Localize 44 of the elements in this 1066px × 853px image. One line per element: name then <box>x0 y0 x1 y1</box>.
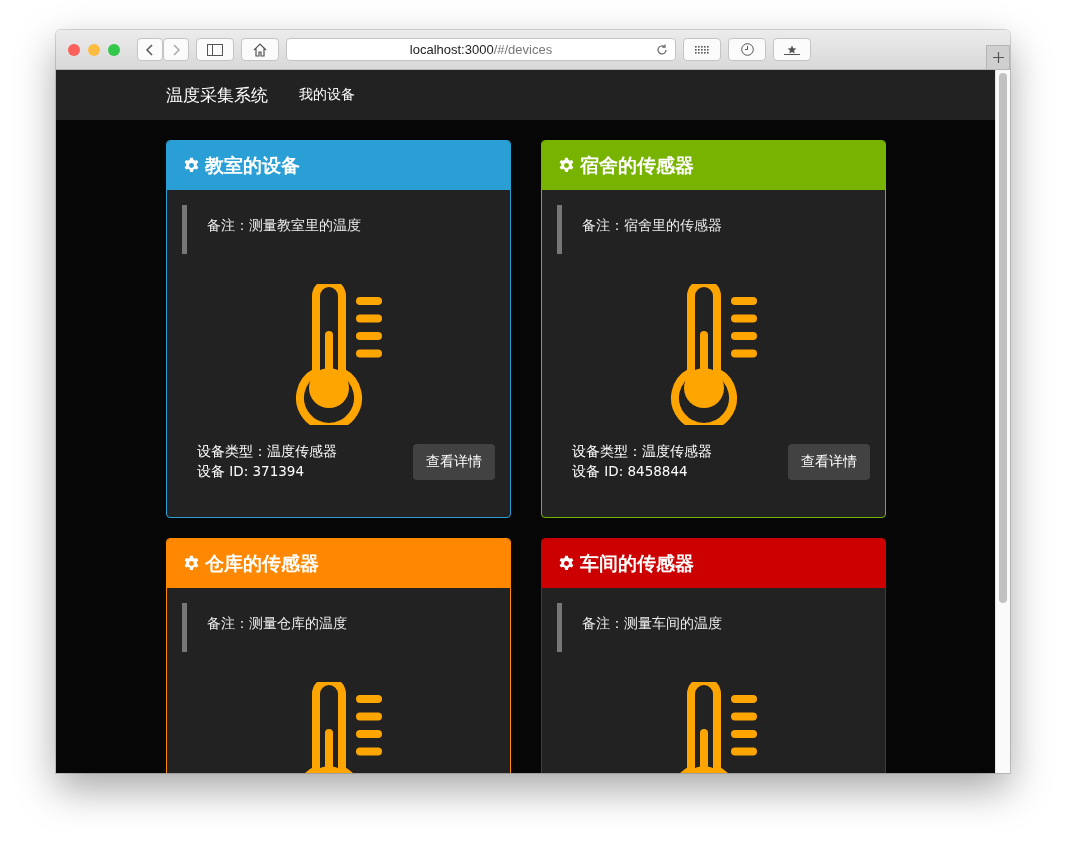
close-button[interactable] <box>68 43 80 56</box>
note-text: 备注：测量车间的温度 <box>582 615 722 631</box>
scrollbar[interactable] <box>995 70 1010 773</box>
details-button[interactable]: 查看详情 <box>788 444 870 480</box>
chevron-right-icon <box>172 43 180 56</box>
back-button[interactable] <box>137 38 163 61</box>
chevron-left-icon <box>146 43 154 56</box>
card-title: 宿舍的传感器 <box>580 152 694 178</box>
gear-icon <box>558 157 575 174</box>
device-id: 设备 ID: 371394 <box>197 463 306 481</box>
new-tab-button[interactable] <box>986 45 1010 69</box>
plus-icon <box>992 52 1004 63</box>
device-type: 设备类型：温度传感器 <box>572 443 712 461</box>
home-button[interactable] <box>241 38 279 61</box>
device-type: 设备类型：温度传感器 <box>197 443 337 461</box>
thermometer-icon <box>668 284 759 425</box>
forward-button[interactable] <box>163 38 189 61</box>
card-title: 仓库的传感器 <box>205 550 319 576</box>
zoom-button[interactable] <box>108 43 120 56</box>
card-title: 车间的传感器 <box>580 550 694 576</box>
star-icon <box>783 44 801 55</box>
gear-icon <box>558 555 575 572</box>
address-bar[interactable]: localhost:3000/#/devices <box>286 38 676 61</box>
note-text: 备注：测量仓库的温度 <box>207 615 347 631</box>
note-text: 备注：测量教室里的温度 <box>207 217 361 233</box>
brand-link[interactable]: 温度采集系统 <box>166 83 268 107</box>
details-button[interactable]: 查看详情 <box>413 444 495 480</box>
clock-icon <box>740 43 754 56</box>
bookmarks-button[interactable] <box>773 38 811 61</box>
sidebar-button[interactable] <box>196 38 234 61</box>
reload-icon[interactable] <box>656 44 668 56</box>
nav-link[interactable]: 我的设备 <box>299 86 355 104</box>
note-text: 备注：宿舍里的传感器 <box>582 217 722 233</box>
gear-icon <box>183 555 200 572</box>
url-text: localhost:3000/#/devices <box>409 42 553 57</box>
history-button[interactable] <box>728 38 766 61</box>
sidebar-icon <box>207 43 223 56</box>
grid-icon <box>695 45 709 54</box>
card-title: 教室的设备 <box>205 152 300 178</box>
gear-icon <box>183 157 200 174</box>
thermometer-icon <box>293 284 384 425</box>
device-id: 设备 ID: 8458844 <box>572 463 689 481</box>
home-icon <box>253 42 267 57</box>
apps-button[interactable] <box>683 38 721 61</box>
